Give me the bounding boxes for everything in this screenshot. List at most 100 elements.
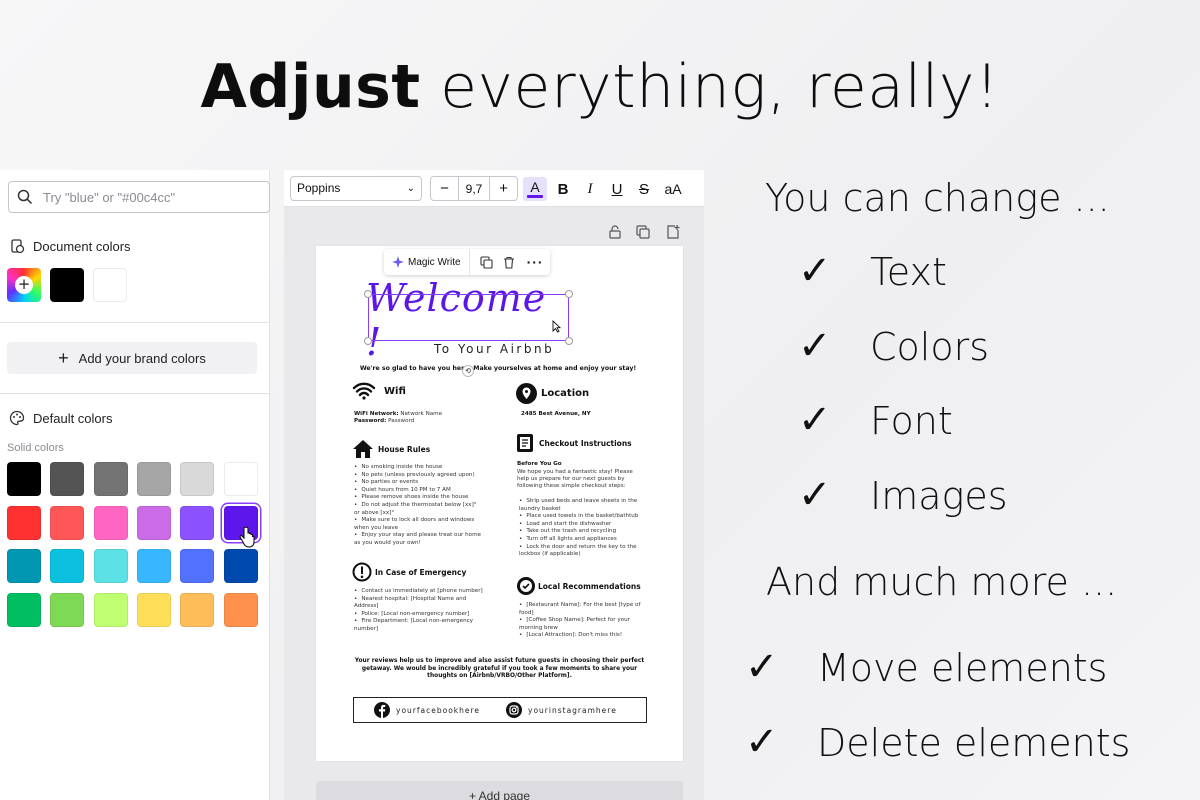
add-page-button[interactable]: + Add page <box>316 781 683 800</box>
color-search-input[interactable] <box>43 189 253 205</box>
color-swatch[interactable] <box>223 462 258 496</box>
resize-handle[interactable] <box>565 337 573 345</box>
emergency-list[interactable]: Contact us immediately at [phone number]… <box>354 588 484 634</box>
underline-button[interactable]: U <box>605 177 629 201</box>
document-color-white[interactable] <box>93 268 127 302</box>
resize-handle[interactable] <box>364 290 372 298</box>
location-pin-icon <box>516 383 537 404</box>
wifi-password-line: Password: Password <box>354 418 504 425</box>
wifi-password-label: Password: <box>354 418 387 425</box>
list-item: Place used towels in the basket/bathtub <box>519 513 649 521</box>
italic-button[interactable]: I <box>578 177 602 201</box>
color-swatch[interactable] <box>223 592 258 627</box>
color-swatch[interactable] <box>223 549 258 583</box>
color-swatch[interactable] <box>7 462 41 496</box>
feature-item: Font <box>870 399 953 443</box>
document-page[interactable]: Magic Write ··· Welcome ! To Your Airbnb… <box>316 246 683 761</box>
color-swatch[interactable] <box>93 505 128 540</box>
to-your-airbnb[interactable]: To Your Airbnb <box>434 342 554 356</box>
list-item: Enjoy your stay and please treat our hom… <box>354 532 484 547</box>
list-item: No parties or events <box>354 479 484 487</box>
checkout-subtitle[interactable]: Before You Go <box>517 461 562 468</box>
emergency-heading[interactable]: In Case of Emergency <box>352 562 466 582</box>
wifi-network-line: WiFi Network: Network Name <box>354 411 504 418</box>
color-search[interactable] <box>8 181 270 213</box>
document-color-black[interactable] <box>50 268 84 302</box>
font-size-value[interactable]: 9,7 <box>458 177 490 200</box>
duplicate-page-icon[interactable] <box>635 224 651 240</box>
add-brand-colors-button[interactable]: + Add your brand colors <box>7 342 257 374</box>
arrow-cursor-icon <box>552 320 561 333</box>
color-swatch[interactable] <box>93 592 128 627</box>
rotate-handle[interactable]: ⟲ <box>462 365 474 377</box>
list-item: Make sure to lock all doors and windows … <box>354 517 484 532</box>
facebook-link[interactable]: yourfacebookhere <box>374 702 480 718</box>
element-floating-toolbar: Magic Write ··· <box>384 249 550 275</box>
strikethrough-button[interactable]: S <box>632 177 656 201</box>
review-note[interactable]: Your reviews help us to improve and also… <box>348 658 651 681</box>
color-swatch[interactable] <box>180 462 215 496</box>
list-item: No smoking inside the house <box>354 464 484 472</box>
bold-button[interactable]: B <box>551 177 575 201</box>
color-swatch[interactable] <box>93 462 128 496</box>
instagram-icon <box>506 702 523 718</box>
recommendations-list[interactable]: [Restaurant Name]: For the best [type of… <box>519 602 649 640</box>
search-icon <box>17 189 33 205</box>
resize-handle[interactable] <box>565 290 573 298</box>
feature-item: Images <box>870 473 1008 518</box>
wifi-heading[interactable]: Wifi <box>352 382 406 400</box>
color-swatch[interactable] <box>7 592 41 627</box>
wifi-network-value: Network Name <box>398 411 443 417</box>
location-address[interactable]: 2485 Best Avenue, NY <box>521 411 591 418</box>
color-swatch[interactable] <box>50 592 85 627</box>
trash-icon[interactable] <box>503 256 515 269</box>
color-swatch[interactable] <box>136 505 171 540</box>
document-colors-title: Document colors <box>33 238 131 254</box>
color-swatch[interactable] <box>50 505 85 540</box>
checkout-intro[interactable]: We hope you had a fantastic stay! Please… <box>517 469 642 491</box>
selection-frame <box>368 294 569 341</box>
color-swatch[interactable] <box>7 505 41 540</box>
magic-write-button[interactable]: Magic Write <box>384 249 470 275</box>
add-color-button[interactable]: + <box>7 268 41 302</box>
checkout-heading[interactable]: Checkout Instructions <box>516 433 632 453</box>
list-item: Fire Department: [Local non-emergency nu… <box>354 618 484 633</box>
house-rules-list[interactable]: No smoking inside the houseNo pets (unle… <box>354 464 484 548</box>
increase-size-button[interactable]: + <box>490 177 517 200</box>
color-swatch[interactable] <box>7 549 41 583</box>
checkout-title: Checkout Instructions <box>539 438 632 448</box>
more-options-icon[interactable]: ··· <box>527 254 544 270</box>
letter-case-button[interactable]: aA <box>661 177 685 201</box>
solid-colors-label: Solid colors <box>7 442 64 454</box>
text-color-button[interactable]: A <box>523 177 547 201</box>
color-swatch[interactable] <box>50 549 85 583</box>
color-swatch[interactable] <box>136 592 171 627</box>
color-swatch[interactable] <box>50 462 85 496</box>
decrease-size-button[interactable]: − <box>431 177 458 200</box>
welcome-message[interactable]: We're so glad to have you here! Make you… <box>348 365 648 372</box>
font-dropdown[interactable]: Poppins ⌄ <box>290 176 422 201</box>
and-much-more: And much more ... <box>766 560 1118 604</box>
editor-area: Poppins ⌄ − 9,7 + A B I U S aA Magic Wri… <box>284 170 704 800</box>
color-swatch[interactable] <box>180 549 215 583</box>
color-swatch[interactable] <box>136 549 171 583</box>
recommendations-heading[interactable]: Local Recommendations <box>516 576 641 596</box>
color-swatch[interactable] <box>136 462 171 496</box>
wifi-details[interactable]: WiFi Network: Network Name Password: Pas… <box>354 411 504 425</box>
magic-write-label: Magic Write <box>408 256 461 268</box>
house-rules-heading[interactable]: House Rules <box>352 439 430 459</box>
checkout-list[interactable]: Strip used beds and leave sheets in the … <box>519 498 649 559</box>
social-links-box[interactable]: yourfacebookhere yourinstagramhere <box>353 697 647 723</box>
list-item: Strip used beds and leave sheets in the … <box>519 498 649 513</box>
duplicate-icon[interactable] <box>480 255 493 269</box>
location-heading[interactable]: Location <box>516 383 589 404</box>
color-swatch[interactable] <box>180 592 215 627</box>
list-item: Nearest hospital: [Hospital Name and Add… <box>354 596 484 611</box>
lock-icon[interactable] <box>607 224 623 240</box>
font-size-stepper[interactable]: − 9,7 + <box>430 176 518 201</box>
instagram-link[interactable]: yourinstagramhere <box>506 702 617 718</box>
add-page-icon[interactable] <box>665 224 681 240</box>
color-swatch[interactable] <box>93 549 128 583</box>
resize-handle[interactable] <box>364 337 372 345</box>
color-swatch[interactable] <box>180 505 215 540</box>
